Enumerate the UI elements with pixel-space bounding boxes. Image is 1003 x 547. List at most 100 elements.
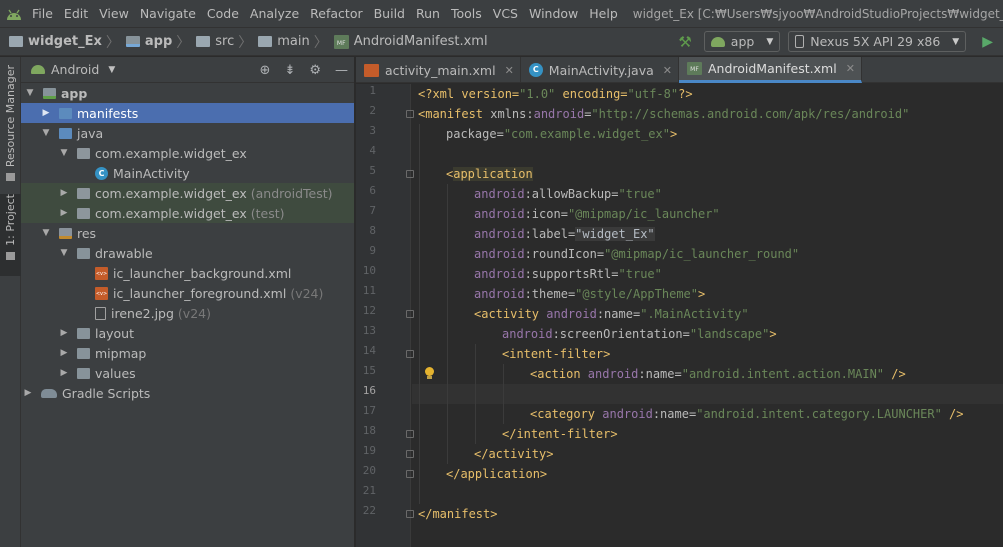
menu-navigate[interactable]: Navigate (140, 6, 196, 21)
tab-mainactivity-java[interactable]: C MainActivity.java ✕ (521, 57, 679, 83)
close-icon[interactable]: ✕ (663, 64, 672, 77)
code-editor[interactable]: 1 2 3 4 5 6 7 8 9 10 11 12 13 14 15 16 1… (356, 84, 1003, 547)
line-number: 7 (369, 204, 376, 217)
menu-tools[interactable]: Tools (451, 6, 482, 21)
code-token: "@mipmap/ic_launcher_round" (604, 247, 800, 261)
chevron-down-icon[interactable]: ▼ (59, 248, 69, 258)
tree-item-java[interactable]: ▼ java (21, 123, 354, 143)
resource-manager-tab[interactable]: Resource Manager (0, 65, 21, 185)
close-icon[interactable]: ✕ (505, 64, 514, 77)
gear-icon[interactable]: ⚙ (309, 63, 321, 78)
menu-help[interactable]: Help (589, 6, 618, 21)
project-view-mode[interactable]: Android (51, 62, 99, 77)
code-line-3: package="com.example.widget_ex"> (446, 124, 677, 144)
tree-item-mipmap[interactable]: ▶ mipmap (21, 343, 354, 363)
fold-toggle-icon[interactable] (406, 470, 414, 478)
chevron-right-icon[interactable]: ▶ (41, 108, 51, 118)
tree-item-package-androidtest[interactable]: ▶ com.example.widget_ex (androidTest) (21, 183, 354, 203)
menu-code[interactable]: Code (207, 6, 239, 21)
resource-manager-label: Resource Manager (4, 65, 17, 168)
tree-item-drawable[interactable]: ▼ drawable (21, 243, 354, 263)
folder-icon (196, 36, 211, 47)
fold-toggle-icon[interactable] (406, 430, 414, 438)
tree-item-package[interactable]: ▼ com.example.widget_ex (21, 143, 354, 163)
menu-refactor[interactable]: Refactor (310, 6, 362, 21)
tab-activity-main[interactable]: activity_main.xml ✕ (356, 57, 521, 83)
menu-window[interactable]: Window (529, 6, 578, 21)
resource-manager-icon (6, 173, 15, 182)
breadcrumb-manifest[interactable]: MF AndroidManifest.xml (333, 34, 488, 49)
tree-item-app[interactable]: ▼ app (21, 83, 354, 103)
fold-toggle-icon[interactable] (406, 170, 414, 178)
breadcrumb-src[interactable]: src 〉 (196, 32, 258, 52)
locate-target-icon[interactable]: ⊕ (260, 63, 271, 78)
breadcrumb-label: src (215, 34, 235, 49)
chevron-down-icon[interactable]: ▼ (41, 128, 51, 138)
fold-toggle-icon[interactable] (406, 450, 414, 458)
menu-edit[interactable]: Edit (64, 6, 88, 21)
close-icon[interactable]: ✕ (846, 62, 855, 75)
code-token: :label (524, 227, 568, 241)
chevron-right-icon[interactable]: ▶ (59, 368, 69, 378)
project-tab[interactable]: 1: Project (0, 194, 21, 276)
fold-toggle-icon[interactable] (406, 350, 414, 358)
manifest-file-icon: MF (686, 62, 702, 75)
tree-item-values[interactable]: ▶ values (21, 363, 354, 383)
build-hammer-icon[interactable]: ⚒ (678, 33, 691, 51)
breadcrumb-project[interactable]: widget_Ex 〉 (9, 32, 126, 52)
breadcrumb-main[interactable]: main 〉 (258, 32, 333, 52)
tree-item-manifests[interactable]: ▶ manifests (21, 103, 354, 123)
tree-item-mainactivity[interactable]: C MainActivity (21, 163, 354, 183)
tree-item-ic-launcher-background[interactable]: <v> ic_launcher_background.xml (21, 263, 354, 283)
code-line-20: </application> (446, 464, 547, 484)
tree-item-label: Gradle Scripts (62, 385, 151, 401)
tree-item-package-test[interactable]: ▶ com.example.widget_ex (test) (21, 203, 354, 223)
code-token: android (602, 407, 653, 421)
chevron-down-icon[interactable]: ▼ (25, 88, 35, 98)
tree-item-gradle-scripts[interactable]: ▶ Gradle Scripts (21, 383, 354, 403)
hide-minus-icon[interactable]: — (335, 63, 348, 78)
fold-toggle-icon[interactable] (406, 510, 414, 518)
line-number: 17 (362, 404, 376, 417)
lightbulb-icon[interactable] (424, 367, 435, 380)
line-number: 13 (362, 324, 376, 337)
collapse-all-icon[interactable]: ⇟ (284, 63, 295, 78)
code-token: <manifest (418, 107, 491, 121)
breadcrumb-app[interactable]: app 〉 (125, 32, 196, 52)
line-number: 21 (362, 484, 376, 497)
run-config-select[interactable]: app ▼ (703, 31, 781, 52)
chevron-right-icon[interactable]: ▶ (59, 328, 69, 338)
chevron-down-icon[interactable]: ▼ (59, 148, 69, 158)
code-token: android (474, 187, 525, 201)
run-play-icon[interactable]: ▶ (982, 34, 993, 50)
line-number: 15 (362, 364, 376, 377)
tree-item-label: ic_launcher_foreground.xml (113, 285, 287, 301)
device-select[interactable]: Nexus 5X API 29 x86 ▼ (788, 31, 967, 52)
chevron-down-icon[interactable]: ▼ (108, 65, 115, 75)
code-token: = (560, 207, 568, 221)
tree-item-ic-launcher-foreground[interactable]: <v> ic_launcher_foreground.xml (v24) (21, 283, 354, 303)
tree-item-layout[interactable]: ▶ layout (21, 323, 354, 343)
chevron-down-icon[interactable]: ▼ (41, 228, 51, 238)
code-line-2: <manifest xmlns:android="http://schemas.… (418, 104, 909, 124)
tab-androidmanifest[interactable]: MF AndroidManifest.xml ✕ (678, 57, 862, 83)
code-token: package (446, 127, 497, 141)
menu-build[interactable]: Build (374, 6, 405, 21)
fold-toggle-icon[interactable] (406, 310, 414, 318)
menu-vcs[interactable]: VCS (493, 6, 518, 21)
menu-file[interactable]: File (32, 6, 53, 21)
tree-item-label: mipmap (95, 345, 147, 361)
code-token: "widget_Ex" (575, 227, 655, 241)
chevron-right-icon[interactable]: ▶ (59, 348, 69, 358)
fold-toggle-icon[interactable] (406, 110, 414, 118)
chevron-right-icon[interactable]: ▶ (59, 208, 69, 218)
code-line-5: <application (446, 164, 533, 184)
tree-item-res[interactable]: ▼ res (21, 223, 354, 243)
chevron-right-icon[interactable]: ▶ (23, 388, 33, 398)
menu-run[interactable]: Run (416, 6, 440, 21)
tree-item-irene2[interactable]: irene2.jpg (v24) (21, 303, 354, 323)
code-token: > (698, 287, 706, 301)
chevron-right-icon[interactable]: ▶ (59, 188, 69, 198)
menu-analyze[interactable]: Analyze (250, 6, 299, 21)
menu-view[interactable]: View (99, 6, 129, 21)
